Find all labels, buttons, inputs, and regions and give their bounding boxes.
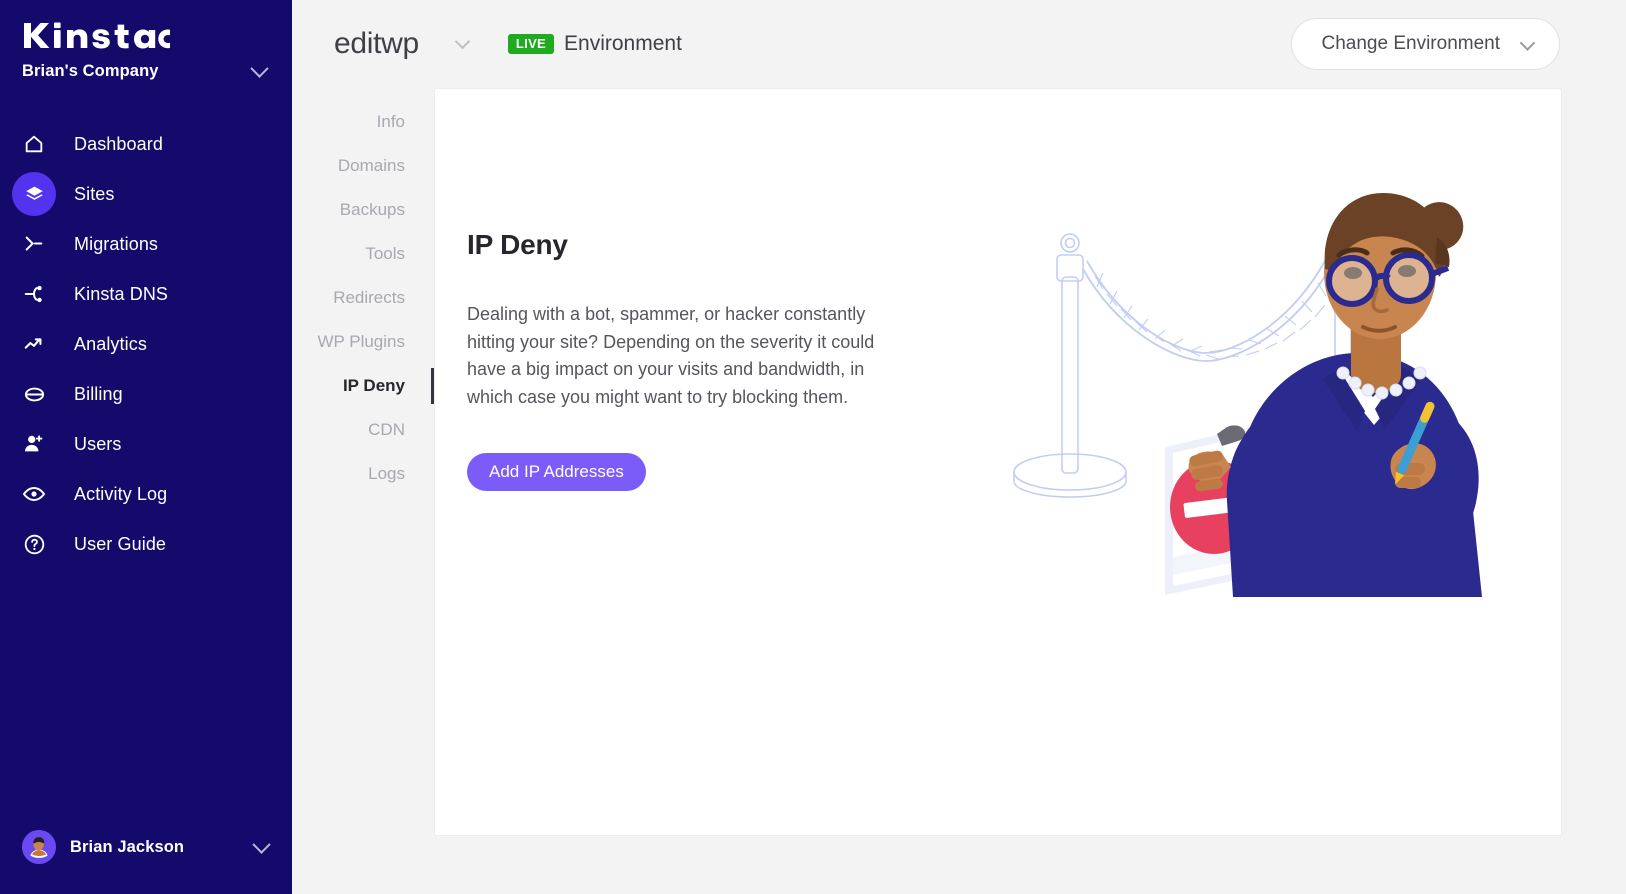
avatar	[22, 830, 56, 864]
subnav-item-tools[interactable]: Tools	[292, 232, 434, 276]
change-environment-button[interactable]: Change Environment	[1291, 18, 1561, 70]
subnav-item-ip-deny[interactable]: IP Deny	[292, 364, 434, 408]
home-icon	[12, 122, 56, 166]
environment-label: Environment	[564, 32, 682, 56]
company-name: Brian's Company	[22, 62, 159, 81]
layers-icon	[12, 172, 56, 216]
subnav-item-backups[interactable]: Backups	[292, 188, 434, 232]
chevron-down-icon	[252, 835, 270, 853]
add-ip-addresses-button[interactable]: Add IP Addresses	[467, 453, 646, 491]
subnav-item-cdn[interactable]: CDN	[292, 408, 434, 452]
card-description: Dealing with a bot, spammer, or hacker c…	[467, 301, 885, 411]
subnav-label: Info	[377, 112, 405, 132]
status-badge: LIVE	[508, 34, 554, 54]
subnav-item-domains[interactable]: Domains	[292, 144, 434, 188]
sidebar-item-billing[interactable]: Billing	[0, 369, 292, 419]
sidebar-label: Users	[74, 434, 122, 455]
sidebar-label: Dashboard	[74, 134, 163, 155]
subnav-label: Domains	[338, 156, 405, 176]
card-heading: IP Deny	[467, 229, 895, 261]
billing-icon	[12, 372, 56, 416]
sidebar-item-user-guide[interactable]: User Guide	[0, 519, 292, 569]
sidebar-item-users[interactable]: Users	[0, 419, 292, 469]
analytics-icon	[12, 322, 56, 366]
question-circle-icon	[12, 522, 56, 566]
subnav-item-wp-plugins[interactable]: WP Plugins	[292, 320, 434, 364]
company-switcher[interactable]: Brian's Company	[22, 62, 292, 81]
subnav-item-info[interactable]: Info	[292, 100, 434, 144]
subnav-label: IP Deny	[343, 376, 405, 396]
user-menu[interactable]: Brian Jackson	[0, 830, 292, 864]
app-root: Brian's Company Dashboard Sites	[0, 0, 1626, 894]
site-subnav: Info Domains Backups Tools Redirects WP …	[292, 88, 434, 836]
main-area: editwp LIVE Environment Change Environme…	[292, 0, 1626, 894]
subnav-item-logs[interactable]: Logs	[292, 452, 434, 496]
subnav-label: Logs	[368, 464, 405, 484]
sidebar-label: Analytics	[74, 334, 147, 355]
kinsta-logo[interactable]	[22, 18, 292, 52]
migrations-icon	[12, 222, 56, 266]
sidebar-label: Migrations	[74, 234, 158, 255]
card-copy: IP Deny Dealing with a bot, spammer, or …	[435, 89, 895, 835]
sidebar-label: Billing	[74, 384, 123, 405]
sidebar-label: Sites	[74, 184, 115, 205]
user-name: Brian Jackson	[70, 838, 184, 857]
sidebar-item-dashboard[interactable]: Dashboard	[0, 119, 292, 169]
sidebar-item-kinsta-dns[interactable]: Kinsta DNS	[0, 269, 292, 319]
sidebar-item-activity-log[interactable]: Activity Log	[0, 469, 292, 519]
sidebar-item-analytics[interactable]: Analytics	[0, 319, 292, 369]
chevron-down-icon	[1520, 35, 1536, 51]
primary-nav: Dashboard Sites Migrations Kinsta DNS	[0, 119, 292, 569]
content-row: Info Domains Backups Tools Redirects WP …	[292, 88, 1626, 836]
subnav-label: CDN	[368, 420, 405, 440]
sidebar: Brian's Company Dashboard Sites	[0, 0, 292, 894]
subnav-label: Redirects	[333, 288, 405, 308]
subnav-label: Backups	[340, 200, 405, 220]
chevron-down-icon	[250, 59, 268, 77]
dns-icon	[12, 272, 56, 316]
sidebar-item-sites[interactable]: Sites	[0, 169, 292, 219]
sidebar-label: User Guide	[74, 534, 166, 555]
change-environment-label: Change Environment	[1322, 33, 1501, 55]
sidebar-item-migrations[interactable]: Migrations	[0, 219, 292, 269]
page-title: editwp	[334, 27, 419, 61]
site-switcher-chevron-down-icon[interactable]	[455, 33, 471, 49]
brand-block: Brian's Company	[0, 0, 292, 81]
sidebar-label: Activity Log	[74, 484, 167, 505]
user-add-icon	[12, 422, 56, 466]
eye-icon	[12, 472, 56, 516]
environment-indicator: LIVE Environment	[508, 32, 682, 56]
top-bar: editwp LIVE Environment Change Environme…	[292, 0, 1626, 88]
subnav-item-redirects[interactable]: Redirects	[292, 276, 434, 320]
subnav-label: Tools	[365, 244, 405, 264]
ip-deny-card: IP Deny Dealing with a bot, spammer, or …	[434, 88, 1562, 836]
subnav-label: WP Plugins	[317, 332, 405, 352]
sidebar-label: Kinsta DNS	[74, 284, 168, 305]
ip-deny-illustration	[895, 89, 1561, 835]
